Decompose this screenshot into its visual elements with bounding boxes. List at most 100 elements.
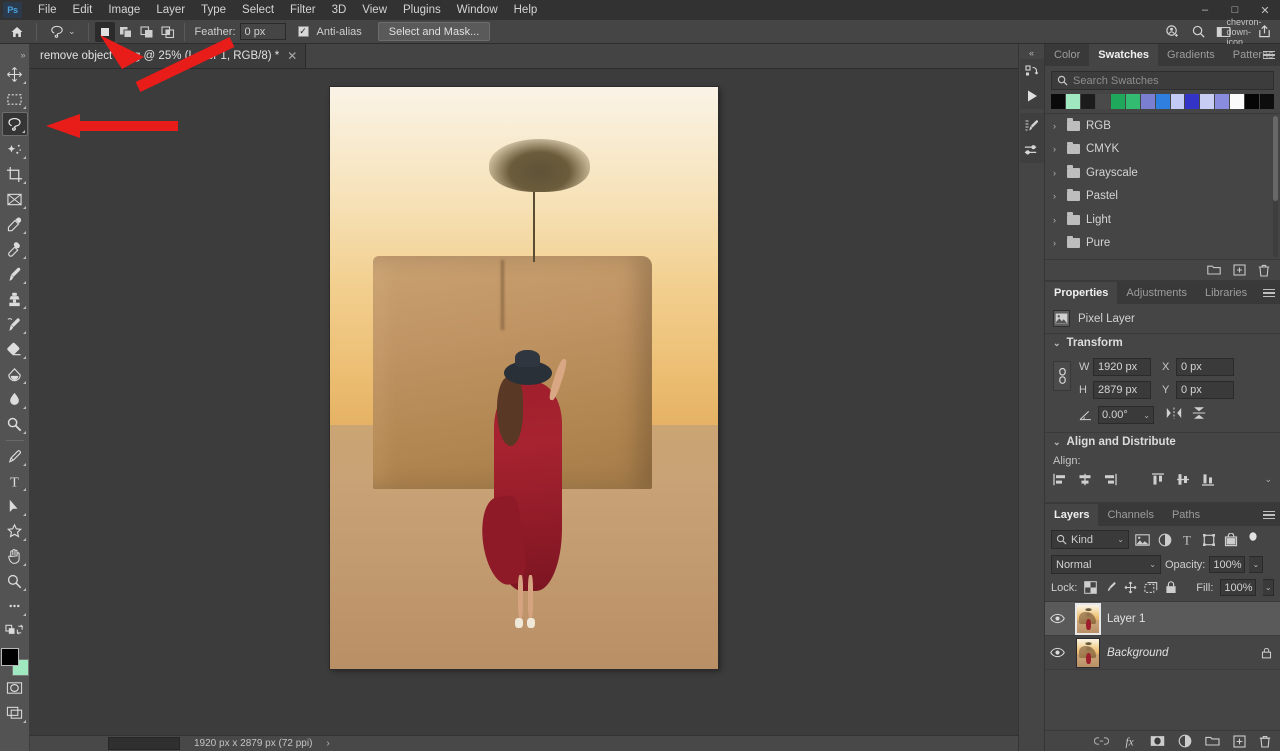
- swatch-cell[interactable]: [1260, 94, 1274, 109]
- lock-position-icon[interactable]: [1124, 581, 1137, 594]
- swatch-cell[interactable]: [1185, 94, 1199, 109]
- opacity-chevron-icon[interactable]: ⌄: [1249, 556, 1263, 573]
- layer-thumbnail[interactable]: [1076, 604, 1100, 634]
- menu-layer[interactable]: Layer: [148, 0, 193, 20]
- filter-kind-select[interactable]: Kind ⌄: [1051, 530, 1129, 549]
- brush-settings-icon[interactable]: [1021, 116, 1043, 136]
- chevron-down-icon[interactable]: chevron-down-icon: [1238, 21, 1250, 43]
- height-input[interactable]: [1093, 381, 1151, 399]
- lock-all-icon[interactable]: [1165, 581, 1177, 594]
- clone-stamp-tool[interactable]: [2, 287, 28, 311]
- x-input[interactable]: [1176, 358, 1234, 376]
- add-layer-mask-icon[interactable]: [1150, 735, 1165, 747]
- swatch-cell[interactable]: [1200, 94, 1214, 109]
- menu-select[interactable]: Select: [234, 0, 282, 20]
- close-icon[interactable]: ✕: [287, 50, 297, 62]
- link-dimensions-icon[interactable]: [1053, 361, 1071, 391]
- new-adjustment-layer-icon[interactable]: [1178, 734, 1192, 748]
- angle-input[interactable]: 0.00° ⌄: [1098, 406, 1154, 424]
- expand-toolbar-icon[interactable]: »: [0, 48, 30, 62]
- search-swatches-box[interactable]: [1051, 71, 1274, 90]
- delete-layer-icon[interactable]: [1259, 735, 1271, 748]
- width-input[interactable]: [1093, 358, 1151, 376]
- subtract-from-selection-mode-button[interactable]: [137, 22, 157, 42]
- scrollbar-thumb[interactable]: [1273, 116, 1278, 201]
- quick-mask-icon[interactable]: [2, 676, 28, 700]
- menu-plugins[interactable]: Plugins: [395, 0, 449, 20]
- eye-icon[interactable]: [1045, 613, 1069, 624]
- swatch-cell[interactable]: [1081, 94, 1095, 109]
- swatch-group-grayscale[interactable]: › Grayscale: [1045, 161, 1280, 185]
- spot-healing-brush-tool[interactable]: [2, 237, 28, 261]
- align-right-edges-icon[interactable]: [1103, 473, 1117, 486]
- tab-color[interactable]: Color: [1045, 44, 1089, 66]
- menu-3d[interactable]: 3D: [324, 0, 355, 20]
- antialias-checkbox-group[interactable]: ✓ Anti-alias: [298, 26, 362, 38]
- brush-tool[interactable]: [2, 262, 28, 286]
- path-selection-tool[interactable]: [2, 494, 28, 518]
- align-vertical-centers-icon[interactable]: [1176, 473, 1190, 486]
- filter-pixel-icon[interactable]: [1134, 531, 1151, 549]
- frame-tool[interactable]: [2, 187, 28, 211]
- custom-shape-tool[interactable]: [2, 519, 28, 543]
- rectangular-marquee-tool[interactable]: [2, 87, 28, 111]
- menu-edit[interactable]: Edit: [65, 0, 101, 20]
- edit-toolbar-tool[interactable]: [2, 594, 28, 618]
- tab-paths[interactable]: Paths: [1163, 504, 1209, 526]
- swatch-group-light[interactable]: › Light: [1045, 208, 1280, 232]
- panel-menu-icon[interactable]: [1263, 504, 1275, 526]
- swatch-group-rgb[interactable]: › RGB: [1045, 114, 1280, 138]
- image-canvas[interactable]: [330, 87, 718, 669]
- layer-row[interactable]: Background: [1045, 636, 1280, 670]
- crop-tool[interactable]: [2, 162, 28, 186]
- opacity-value[interactable]: 100%: [1209, 556, 1245, 573]
- cloud-documents-icon[interactable]: [1160, 21, 1184, 43]
- lock-image-pixels-icon[interactable]: [1104, 581, 1117, 594]
- move-tool[interactable]: [2, 62, 28, 86]
- menu-filter[interactable]: Filter: [282, 0, 324, 20]
- swatch-cell[interactable]: [1230, 94, 1244, 109]
- align-more-chevron-icon[interactable]: ⌄: [1264, 474, 1272, 485]
- tab-libraries[interactable]: Libraries: [1196, 282, 1256, 304]
- align-bottom-edges-icon[interactable]: [1201, 473, 1215, 486]
- new-group-icon[interactable]: [1205, 735, 1220, 747]
- panel-menu-icon[interactable]: [1263, 44, 1275, 66]
- lasso-tool[interactable]: [2, 112, 28, 136]
- transform-section-header[interactable]: ⌄ Transform: [1045, 333, 1280, 352]
- home-icon[interactable]: [4, 21, 30, 43]
- delete-swatch-icon[interactable]: [1258, 264, 1270, 277]
- swatch-group-pure[interactable]: › Pure: [1045, 232, 1280, 256]
- align-section-header[interactable]: ⌄ Align and Distribute: [1045, 432, 1280, 451]
- gradient-tool[interactable]: [2, 362, 28, 386]
- screen-mode-icon[interactable]: [2, 701, 28, 725]
- hand-tool[interactable]: [2, 544, 28, 568]
- lock-artboard-nesting-icon[interactable]: [1144, 581, 1158, 594]
- new-swatch-icon[interactable]: [1233, 264, 1246, 276]
- default-colors-icon[interactable]: [2, 619, 28, 643]
- swatch-cell[interactable]: [1096, 94, 1110, 109]
- eyedropper-tool[interactable]: [2, 212, 28, 236]
- share-icon[interactable]: [1252, 21, 1276, 43]
- select-and-mask-button[interactable]: Select and Mask...: [378, 22, 491, 41]
- swatch-group-cmyk[interactable]: › CMYK: [1045, 138, 1280, 162]
- horizontal-type-tool[interactable]: T: [2, 469, 28, 493]
- layer-thumbnail[interactable]: [1076, 638, 1100, 668]
- filter-smart-object-icon[interactable]: [1222, 531, 1239, 549]
- swatches-scrollbar[interactable]: [1273, 116, 1278, 257]
- eye-icon[interactable]: [1045, 647, 1069, 658]
- tab-properties[interactable]: Properties: [1045, 282, 1117, 304]
- pen-tool[interactable]: [2, 444, 28, 468]
- menu-type[interactable]: Type: [193, 0, 234, 20]
- layer-style-fx-icon[interactable]: fx: [1122, 735, 1137, 748]
- blend-mode-select[interactable]: Normal ⌄: [1051, 555, 1161, 574]
- adjustments-sliders-icon[interactable]: [1021, 140, 1043, 160]
- search-icon[interactable]: [1186, 21, 1210, 43]
- swatch-cell[interactable]: [1215, 94, 1229, 109]
- align-top-edges-icon[interactable]: [1151, 473, 1165, 486]
- fill-value[interactable]: 100%: [1220, 579, 1256, 596]
- filter-shape-icon[interactable]: [1200, 531, 1217, 549]
- status-expand-icon[interactable]: ›: [326, 738, 329, 749]
- lock-icon[interactable]: [1261, 647, 1272, 659]
- swatch-cell[interactable]: [1051, 94, 1065, 109]
- new-layer-icon[interactable]: [1233, 735, 1246, 748]
